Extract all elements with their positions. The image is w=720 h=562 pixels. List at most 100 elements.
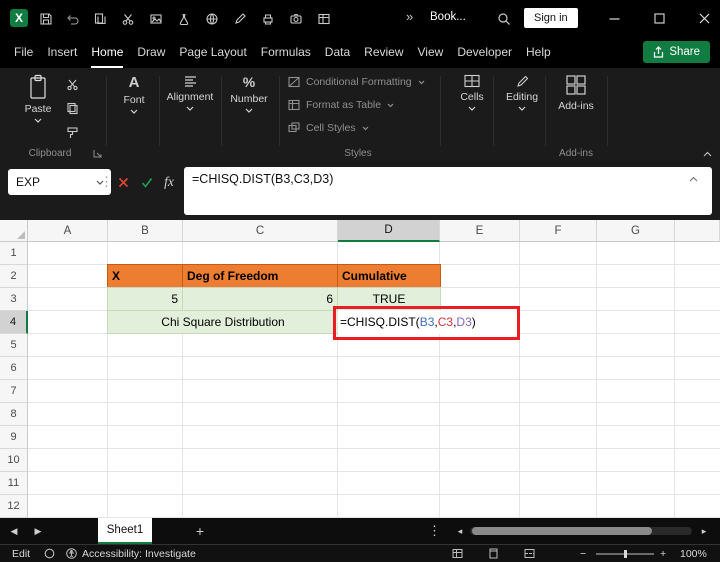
dialog-launcher-icon[interactable]	[93, 149, 102, 158]
cell-b4-c4-merged[interactable]: Chi Square Distribution	[107, 310, 339, 334]
zoom-out-button[interactable]: −	[580, 545, 586, 562]
column-header-e[interactable]: E	[440, 220, 520, 242]
tab-data[interactable]: Data	[325, 36, 350, 68]
column-header-d[interactable]: D	[338, 220, 440, 242]
camera-icon[interactable]	[288, 11, 304, 27]
zoom-slider-thumb[interactable]	[624, 550, 627, 558]
pen-icon[interactable]	[232, 11, 248, 27]
cut-button[interactable]	[66, 78, 79, 91]
copy-button[interactable]	[66, 102, 79, 115]
row-header-5[interactable]: 5	[0, 334, 28, 357]
scissors-icon[interactable]	[120, 11, 136, 27]
minimize-button[interactable]	[598, 0, 630, 36]
sheet-nav-left-button[interactable]: ◀	[4, 518, 24, 544]
insert-function-button[interactable]: fx	[158, 169, 180, 195]
tab-help[interactable]: Help	[526, 36, 551, 68]
image-icon[interactable]	[148, 11, 164, 27]
globe-icon[interactable]	[204, 11, 220, 27]
tab-home[interactable]: Home	[91, 36, 124, 68]
search-icon[interactable]	[495, 10, 513, 28]
macro-record-icon[interactable]	[44, 545, 55, 562]
tab-page-layout[interactable]: Page Layout	[179, 36, 246, 68]
enter-button[interactable]	[136, 169, 158, 195]
font-button[interactable]: A Font	[112, 74, 156, 114]
table-icon[interactable]	[316, 11, 332, 27]
number-button[interactable]: % Number	[226, 74, 272, 113]
sheet-tab-sheet1[interactable]: Sheet1	[98, 518, 152, 544]
scroll-right-button[interactable]: ▸	[694, 518, 714, 544]
row-header-4[interactable]: 4	[0, 311, 28, 334]
horizontal-scrollbar-thumb[interactable]	[472, 527, 652, 535]
sheet-nav-right-button[interactable]: ▶	[28, 518, 48, 544]
maximize-button[interactable]	[643, 0, 675, 36]
sign-in-button[interactable]: Sign in	[524, 8, 578, 28]
addins-group-label: Add-ins	[559, 148, 593, 159]
editing-button[interactable]: Editing	[500, 74, 544, 111]
row-header-11[interactable]: 11	[0, 472, 28, 495]
cell-c3[interactable]: 6	[182, 287, 339, 311]
tab-formulas[interactable]: Formulas	[261, 36, 311, 68]
column-header-b[interactable]: B	[108, 220, 183, 242]
excel-logo-icon[interactable]: X	[10, 9, 28, 27]
row-header-1[interactable]: 1	[0, 242, 28, 265]
share-button[interactable]: Share	[643, 41, 710, 63]
alignment-button[interactable]: Alignment	[164, 74, 216, 111]
add-sheet-button[interactable]: +	[190, 518, 210, 544]
normal-view-icon[interactable]	[452, 545, 463, 562]
cell-c2[interactable]: Deg of Freedom	[182, 264, 339, 288]
paste-button[interactable]: Paste	[16, 74, 60, 123]
accessibility-status[interactable]: Accessibility: Investigate	[82, 545, 196, 562]
page-layout-view-icon[interactable]	[488, 545, 499, 562]
formula-bar-row: EXP ⋮ fx =CHISQ.DIST(B3,C3,D3)	[0, 162, 720, 220]
cell-b2[interactable]: X	[107, 264, 184, 288]
flask-icon[interactable]	[176, 11, 192, 27]
row-header-9[interactable]: 9	[0, 426, 28, 449]
formula-bar-input[interactable]: =CHISQ.DIST(B3,C3,D3)	[184, 167, 712, 215]
select-all-corner[interactable]	[0, 220, 28, 242]
tab-view[interactable]: View	[418, 36, 444, 68]
row-header-12[interactable]: 12	[0, 495, 28, 518]
column-header-a[interactable]: A	[28, 220, 108, 242]
collapse-ribbon-button[interactable]	[703, 151, 712, 157]
cell-d4-formula-edit[interactable]: =CHISQ.DIST(B3, C3, D3)	[338, 310, 519, 334]
sheet-options-dots[interactable]: ⋮	[428, 523, 441, 539]
column-header-c[interactable]: C	[183, 220, 338, 242]
scroll-left-button[interactable]: ◂	[450, 518, 470, 544]
cancel-button[interactable]	[112, 169, 134, 195]
save-icon[interactable]	[38, 11, 54, 27]
name-box[interactable]: EXP	[8, 169, 111, 195]
cell-d2[interactable]: Cumulative	[337, 264, 441, 288]
column-header-f[interactable]: F	[520, 220, 597, 242]
close-button[interactable]	[688, 0, 720, 36]
tab-review[interactable]: Review	[364, 36, 403, 68]
page-break-view-icon[interactable]	[524, 545, 535, 562]
printer-icon[interactable]	[260, 11, 276, 27]
accessibility-icon[interactable]	[66, 545, 77, 562]
notebook-icon[interactable]	[92, 11, 108, 27]
format-painter-button[interactable]	[66, 126, 79, 139]
cell-styles-button[interactable]: Cell Styles	[288, 122, 369, 134]
column-header-g[interactable]: G	[597, 220, 675, 242]
tab-developer[interactable]: Developer	[457, 36, 512, 68]
row-header-6[interactable]: 6	[0, 357, 28, 380]
collapse-formula-bar-button[interactable]	[689, 176, 698, 182]
tab-insert[interactable]: Insert	[47, 36, 77, 68]
cells-button[interactable]: Cells	[452, 74, 492, 111]
cell-d3[interactable]: TRUE	[337, 287, 441, 311]
row-header-10[interactable]: 10	[0, 449, 28, 472]
toolbar-overflow-icon[interactable]: »	[406, 9, 413, 24]
tab-file[interactable]: File	[14, 36, 33, 68]
conditional-formatting-button[interactable]: Conditional Formatting	[288, 76, 425, 88]
row-header-2[interactable]: 2	[0, 265, 28, 288]
zoom-in-button[interactable]: +	[660, 545, 666, 562]
undo-icon[interactable]	[64, 11, 80, 27]
tab-draw[interactable]: Draw	[137, 36, 165, 68]
addins-button[interactable]: Add-ins	[552, 73, 600, 112]
format-as-table-button[interactable]: Format as Table	[288, 99, 394, 111]
cell-b3[interactable]: 5	[107, 287, 184, 311]
column-header-partial[interactable]	[675, 220, 720, 242]
row-header-8[interactable]: 8	[0, 403, 28, 426]
row-header-7[interactable]: 7	[0, 380, 28, 403]
row-header-3[interactable]: 3	[0, 288, 28, 311]
zoom-level[interactable]: 100%	[680, 545, 707, 562]
